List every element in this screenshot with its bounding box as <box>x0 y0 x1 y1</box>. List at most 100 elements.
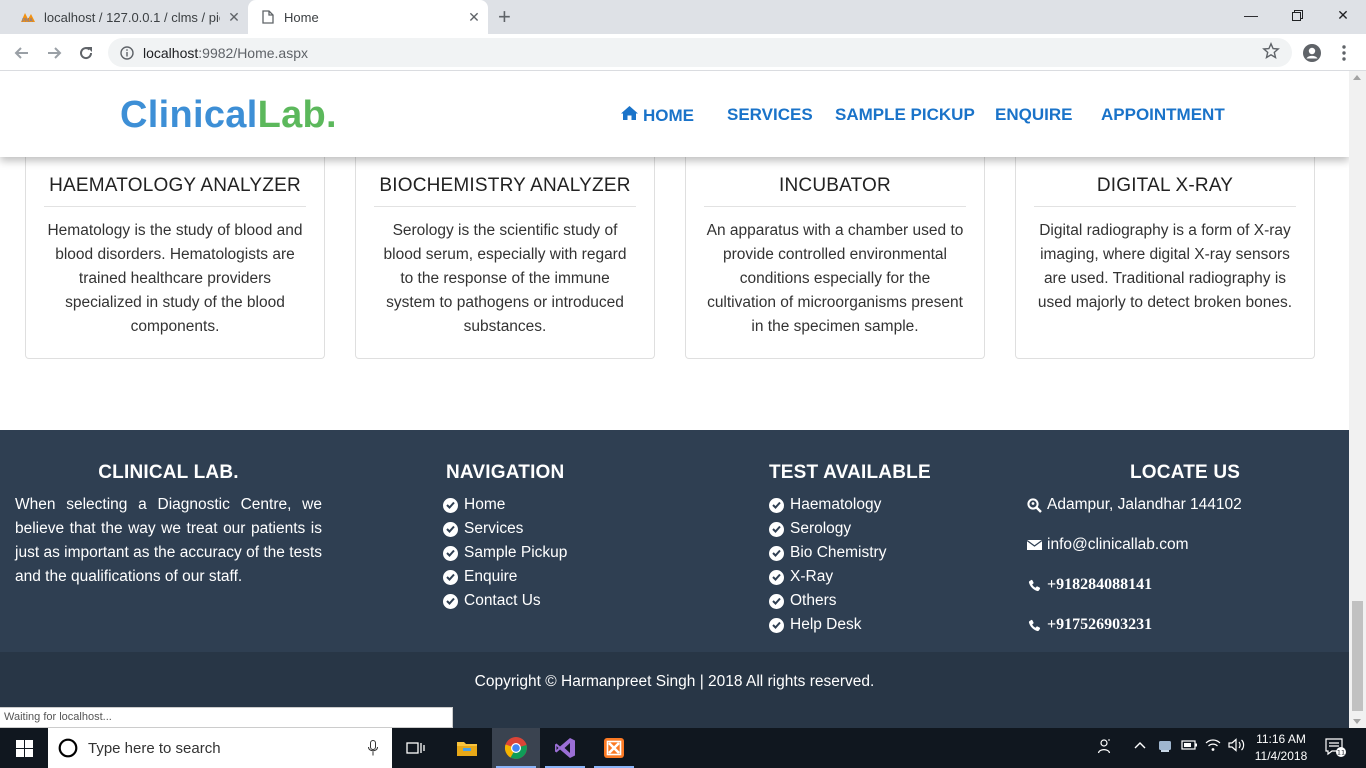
footer-tests: TEST AVAILABLE Haematology Serology Bio … <box>769 462 931 637</box>
footer-about-text: When selecting a Diagnostic Centre, we b… <box>15 496 322 585</box>
close-tab-icon[interactable]: ✕ <box>460 9 488 26</box>
url-path: :9982/Home.aspx <box>198 44 308 61</box>
envelope-icon <box>1027 539 1042 551</box>
page-viewport: ClinicalLab. HOME SERVICES SAMPLE PICKUP… <box>0 71 1349 728</box>
footer-locate: LOCATE US Adampur, Jalandhar 144102 info… <box>1027 462 1242 653</box>
network-drive-icon[interactable] <box>1157 738 1173 757</box>
new-tab-icon[interactable]: + <box>498 6 511 28</box>
tab-phpmyadmin[interactable]: PMA localhost / 127.0.0.1 / clms / pick … <box>8 0 248 34</box>
footer-navigation: NAVIGATION Home Services Sample Pickup E… <box>443 462 567 613</box>
service-card: BIOCHEMISTRY ANALYZER Serology is the sc… <box>355 153 655 359</box>
card-text: Serology is the scientific study of bloo… <box>383 222 627 335</box>
info-icon[interactable] <box>120 45 134 60</box>
notification-count: 11 <box>1337 749 1345 757</box>
footer-test-item[interactable]: Haematology <box>769 493 931 517</box>
taskbar-search[interactable]: Type here to search <box>48 728 392 768</box>
cortana-icon <box>58 738 78 758</box>
check-circle-icon <box>443 569 458 585</box>
search-placeholder: Type here to search <box>88 739 221 757</box>
forward-icon[interactable] <box>42 41 66 65</box>
footer-link-contact-us[interactable]: Contact Us <box>443 589 567 613</box>
footer-test-item[interactable]: Bio Chemistry <box>769 541 931 565</box>
taskbar-clock[interactable]: 11:16 AM 11/4/2018 <box>1248 731 1314 765</box>
tab-title: localhost / 127.0.0.1 / clms / pick <box>44 9 220 25</box>
footer-link-home[interactable]: Home <box>443 493 567 517</box>
footer-test-item[interactable]: Others <box>769 589 931 613</box>
brand-logo[interactable]: ClinicalLab. <box>120 94 337 137</box>
check-circle-icon <box>769 617 784 633</box>
nav-appointment[interactable]: APPOINTMENT <box>1101 105 1225 125</box>
chrome-taskbar-icon[interactable] <box>492 728 540 768</box>
bookmark-star-icon[interactable] <box>1262 42 1280 63</box>
minimize-icon[interactable]: — <box>1228 0 1274 30</box>
page-scrollbar[interactable] <box>1349 71 1366 728</box>
footer-phone-1[interactable]: +918284088141 <box>1027 573 1242 597</box>
reload-icon[interactable] <box>74 41 98 65</box>
scroll-down-icon[interactable] <box>1353 719 1361 724</box>
browser-toolbar: localhost:9982/Home.aspx <box>0 34 1366 71</box>
check-circle-icon <box>769 569 784 585</box>
volume-icon[interactable] <box>1228 738 1246 755</box>
close-window-icon[interactable]: ✕ <box>1320 0 1366 30</box>
menu-kebab-icon[interactable] <box>1332 41 1356 65</box>
footer-test-item[interactable]: Help Desk <box>769 613 931 637</box>
document-icon <box>260 9 276 25</box>
footer-email[interactable]: info@clinicallab.com <box>1027 533 1242 557</box>
footer-nav-title: NAVIGATION <box>446 462 565 483</box>
card-title: BIOCHEMISTRY ANALYZER <box>374 175 636 207</box>
footer-locate-title: LOCATE US <box>1130 462 1241 483</box>
address-bar[interactable]: localhost:9982/Home.aspx <box>108 38 1292 67</box>
action-center-icon[interactable]: 11 <box>1324 736 1346 761</box>
scroll-thumb[interactable] <box>1352 601 1363 711</box>
site-header: ClinicalLab. HOME SERVICES SAMPLE PICKUP… <box>0 71 1349 157</box>
xampp-icon[interactable] <box>590 728 638 768</box>
nav-services[interactable]: SERVICES <box>727 105 813 125</box>
nav-home[interactable]: HOME <box>620 105 694 126</box>
tab-title: Home <box>284 9 319 25</box>
chevron-up-icon[interactable] <box>1134 738 1146 753</box>
card-title: HAEMATOLOGY ANALYZER <box>44 175 306 207</box>
check-circle-icon <box>443 545 458 561</box>
nav-enquire[interactable]: ENQUIRE <box>995 105 1072 125</box>
check-circle-icon <box>769 593 784 609</box>
service-card: HAEMATOLOGY ANALYZER Hematology is the s… <box>25 153 325 359</box>
profile-icon[interactable] <box>1300 41 1324 65</box>
tab-home[interactable]: Home ✕ <box>248 0 488 34</box>
phone-icon <box>1027 618 1042 633</box>
footer-phone-2[interactable]: +917526903231 <box>1027 613 1242 637</box>
check-circle-icon <box>443 521 458 537</box>
footer-link-enquire[interactable]: Enquire <box>443 565 567 589</box>
windows-start-icon[interactable] <box>0 728 48 768</box>
copyright-text: Copyright © Harmanpreet Singh | 2018 All… <box>474 673 875 690</box>
task-view-icon[interactable] <box>392 728 440 768</box>
service-card: DIGITAL X-RAY Digital radiography is a f… <box>1015 153 1315 359</box>
wifi-icon[interactable] <box>1205 738 1221 755</box>
people-icon[interactable] <box>1097 738 1113 757</box>
scroll-up-icon[interactable] <box>1353 75 1361 80</box>
back-icon[interactable] <box>10 41 34 65</box>
browser-tabstrip: PMA localhost / 127.0.0.1 / clms / pick … <box>0 0 1366 34</box>
card-text: Digital radiography is a form of X-ray i… <box>1037 222 1293 311</box>
close-tab-icon[interactable]: ✕ <box>220 9 248 26</box>
card-title: DIGITAL X-RAY <box>1034 175 1296 207</box>
nav-sample-pickup[interactable]: SAMPLE PICKUP <box>835 105 975 125</box>
check-circle-icon <box>769 497 784 513</box>
phone-icon <box>1027 578 1042 593</box>
file-explorer-icon[interactable] <box>443 728 491 768</box>
footer-test-item[interactable]: Serology <box>769 517 931 541</box>
service-card: INCUBATOR An apparatus with a chamber us… <box>685 153 985 359</box>
footer-link-services[interactable]: Services <box>443 517 567 541</box>
battery-icon[interactable] <box>1181 738 1199 755</box>
visual-studio-icon[interactable] <box>541 728 589 768</box>
home-icon <box>620 105 639 126</box>
footer-test-item[interactable]: X-Ray <box>769 565 931 589</box>
footer-about: CLINICAL LAB. When selecting a Diagnosti… <box>15 462 322 589</box>
microphone-icon[interactable] <box>368 740 378 756</box>
check-circle-icon <box>769 545 784 561</box>
clock-time: 11:16 AM <box>1256 732 1306 746</box>
card-text: An apparatus with a chamber used to prov… <box>706 222 964 335</box>
url-host: localhost <box>143 44 199 61</box>
restore-icon[interactable] <box>1274 0 1320 30</box>
footer-link-sample-pickup[interactable]: Sample Pickup <box>443 541 567 565</box>
card-text: Hematology is the study of blood and blo… <box>47 222 303 335</box>
